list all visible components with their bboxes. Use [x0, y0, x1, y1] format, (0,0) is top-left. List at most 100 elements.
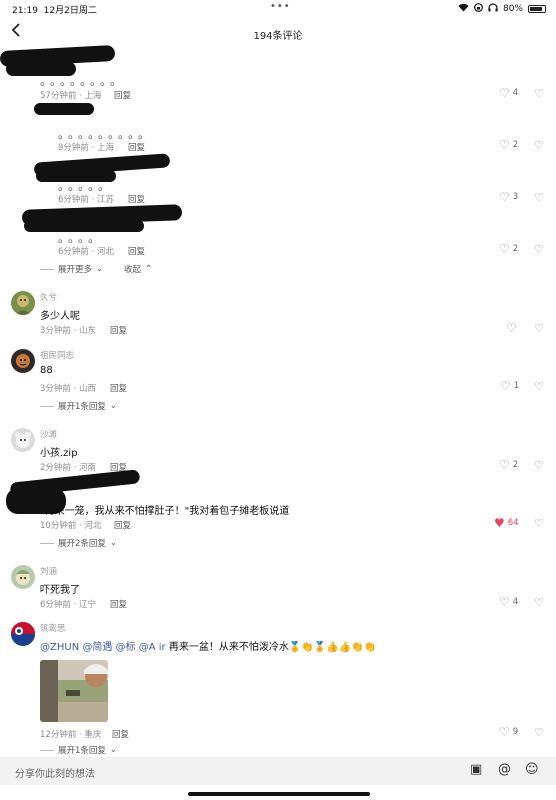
comment-input-bar[interactable]: 分享你此刻的想法 ▣ @ ☺	[0, 757, 556, 785]
heart-icon: ♡	[499, 138, 510, 152]
heart-icon: ♡	[499, 458, 510, 472]
avatar[interactable]	[11, 565, 35, 589]
comment-meta: 12分钟前 · 重庆	[40, 730, 102, 740]
comment-username[interactable]: 沙滩	[40, 428, 57, 440]
reply-button[interactable]: 回复	[112, 728, 129, 740]
like-button[interactable]: ♡ 2	[499, 243, 518, 255]
heart-icon: ♡	[499, 86, 510, 100]
reply-meta: 57分钟前 · 上海	[40, 91, 102, 101]
comment-meta: 10分钟前 · 河北	[40, 521, 102, 531]
comment-body: 再来一盆！从来不怕泼冷水	[168, 642, 289, 653]
heart-icon: ♡	[499, 190, 510, 204]
heart-filled-icon: ♥	[494, 516, 505, 530]
chevron-down-icon: ⌄	[109, 538, 118, 548]
expand-replies-button[interactable]: 展开2条回复 ⌄	[40, 537, 117, 549]
status-icons: 80%	[458, 3, 546, 15]
chevron-down-icon: ⌄	[109, 745, 118, 755]
image-icon[interactable]: ▣	[470, 762, 482, 777]
heart-icon: ♡	[499, 595, 510, 609]
dislike-icon[interactable]: ♡	[534, 139, 544, 152]
comment-text: @ZHUN @简遇 @标 @A ir 再来一盆！从来不怕泼冷水🏅👏🏅👍👍👏👏	[40, 638, 376, 653]
dislike-icon[interactable]: ♡	[534, 726, 544, 739]
comment-text: 多少人呢	[40, 311, 80, 322]
reply-button[interactable]: 回复	[114, 89, 131, 101]
battery-percent: 80%	[502, 4, 523, 14]
like-button-active[interactable]: ♥ 64	[494, 517, 519, 529]
reply-button[interactable]: 回复	[110, 324, 127, 336]
comment-meta: 3分钟前 · 山东	[40, 326, 97, 336]
chevron-down-icon: ⌄	[96, 264, 104, 274]
headphones-icon	[488, 3, 498, 15]
chevron-up-icon: ⌃	[145, 264, 153, 274]
comment-username[interactable]: 久兮	[40, 291, 57, 303]
mention-link[interactable]: @标	[116, 642, 136, 653]
avatar[interactable]	[11, 622, 35, 646]
dislike-icon[interactable]: ♡	[534, 87, 544, 100]
like-button[interactable]: ♡ 2	[499, 459, 518, 471]
comment-meta: 3分钟前 · 山西	[40, 384, 97, 394]
like-button[interactable]: ♡ 3	[499, 191, 518, 203]
reply-button[interactable]: 回复	[128, 193, 145, 205]
comment-meta: 6分钟前 · 辽宁	[40, 600, 97, 610]
dislike-icon[interactable]: ♡	[534, 596, 544, 609]
mention-link[interactable]: @简遇	[82, 642, 112, 653]
comment-input[interactable]: 分享你此刻的想法	[15, 765, 95, 780]
emoji-sequence: 🏅👏🏅👍👍👏👏	[288, 642, 377, 653]
expand-replies-button[interactable]: 展开1条回复 ⌄	[40, 400, 117, 412]
comment-text: 88	[40, 365, 53, 376]
status-bar: 21:19 12月2日周二 ••• 80%	[0, 0, 556, 16]
reply-button[interactable]: 回复	[110, 598, 127, 610]
emoji-icon[interactable]: ☺	[525, 762, 539, 777]
comment-username[interactable]: 刘涵	[40, 565, 57, 577]
comment-image[interactable]	[40, 660, 108, 722]
like-button[interactable]: ♡ 2	[499, 139, 518, 151]
like-button[interactable]: ♡	[506, 322, 520, 334]
dislike-icon[interactable]: ♡	[534, 191, 544, 204]
expand-replies-button[interactable]: 展开1条回复 ⌄	[40, 744, 117, 756]
dislike-icon[interactable]: ♡	[534, 517, 544, 530]
reply-text-dots: 。。。。	[58, 231, 105, 245]
reply-button[interactable]: 回复	[110, 382, 127, 394]
reply-text-dots: 。。。。。	[58, 179, 115, 193]
comment-text: 吓死我了	[40, 585, 80, 596]
dislike-icon[interactable]: ♡	[534, 380, 544, 393]
reply-button[interactable]: 回复	[128, 141, 145, 153]
heart-icon: ♡	[499, 725, 510, 739]
reply-meta: 6分钟前 · 江苏	[58, 195, 115, 205]
dislike-icon[interactable]: ♡	[534, 243, 544, 256]
home-indicator[interactable]	[188, 792, 370, 796]
at-icon[interactable]: @	[498, 762, 511, 777]
mention-link[interactable]: @ZHUN	[40, 642, 79, 653]
like-button[interactable]: ♡ 9	[499, 726, 518, 738]
like-button[interactable]: ♡ 4	[499, 596, 518, 608]
dislike-icon[interactable]: ♡	[534, 322, 544, 335]
mention-link[interactable]: @A ir	[139, 642, 166, 653]
comment-text: "再来一笼，我从来不怕撑肚子！"我对着包子摊老板说道	[40, 506, 290, 517]
comment-text: 小孩.zip	[40, 448, 78, 459]
redacted-username	[34, 103, 94, 115]
comment-username[interactable]: 筑鸾思	[40, 622, 66, 634]
heart-icon: ♡	[500, 379, 511, 393]
reply-button[interactable]: 回复	[128, 245, 145, 257]
multitask-dots[interactable]: •••	[270, 1, 291, 12]
like-button[interactable]: ♡ 4	[499, 87, 518, 99]
expand-more-button[interactable]: 展开更多 ⌄	[40, 263, 103, 275]
like-button[interactable]: ♡ 1	[500, 380, 519, 392]
chevron-down-icon: ⌄	[109, 401, 118, 411]
heart-icon: ♡	[506, 321, 517, 335]
reply-meta: 6分钟前 · 河北	[58, 247, 115, 257]
reply-meta: 9分钟前 · 上海	[58, 143, 115, 153]
reply-text-dots: 。。。。。。。。。	[58, 127, 155, 141]
avatar[interactable]	[11, 349, 35, 373]
avatar[interactable]	[11, 428, 35, 452]
collapse-button[interactable]: 收起 ⌃	[124, 263, 152, 275]
reply-button[interactable]: 回复	[114, 519, 131, 531]
comment-username[interactable]: 祖民同志	[40, 349, 74, 361]
wifi-icon	[458, 3, 469, 15]
dislike-icon[interactable]: ♡	[534, 459, 544, 472]
comment-count-title: 194条评论	[253, 31, 303, 42]
lock-rotation-icon	[474, 3, 483, 15]
heart-icon: ♡	[499, 242, 510, 256]
reply-text-dots: 。。。。。。。。	[40, 74, 127, 88]
avatar[interactable]	[11, 291, 35, 315]
